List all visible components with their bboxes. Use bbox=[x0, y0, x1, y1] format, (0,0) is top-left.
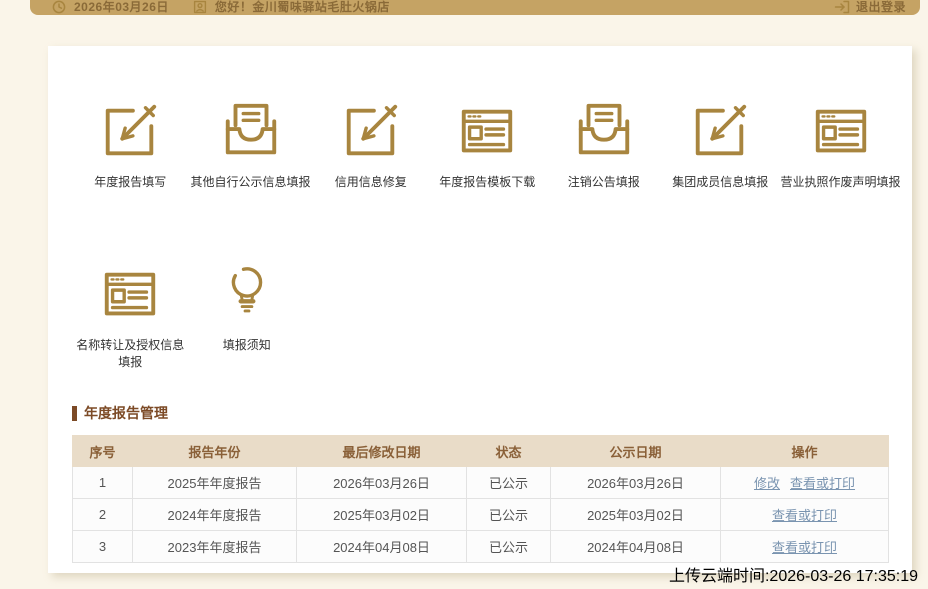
inbox-icon bbox=[546, 100, 663, 162]
menu-item-license-void-declaration[interactable]: 营业执照作废声明填报 bbox=[779, 100, 903, 191]
section-title-annual-report-management: 年度报告管理 bbox=[72, 403, 912, 423]
col-header-modified-date: 最后修改日期 bbox=[296, 435, 467, 467]
menu-item-label: 信用信息修复 bbox=[334, 175, 407, 189]
menu-item-filing-instructions[interactable]: 填报须知 bbox=[189, 263, 306, 371]
edit-icon bbox=[72, 100, 189, 162]
col-header-actions: 操作 bbox=[720, 435, 889, 467]
cell-modified-date: 2025年03月02日 bbox=[296, 498, 467, 531]
col-header-status: 状态 bbox=[466, 435, 551, 467]
topbar-greeting: 您好！金川蜀味驿站毛肚火锅店 bbox=[214, 0, 390, 14]
clock-icon bbox=[52, 0, 66, 14]
cell-actions: 查看或打印 bbox=[720, 498, 889, 531]
view-print-link[interactable]: 查看或打印 bbox=[790, 476, 855, 491]
table-row: 2 2024年年度报告 2025年03月02日 已公示 2025年03月02日 … bbox=[72, 498, 889, 531]
table-row: 1 2025年年度报告 2026年03月26日 已公示 2026年03月26日 … bbox=[72, 466, 889, 499]
bulb-icon bbox=[189, 263, 306, 325]
menu-item-annual-report-fill[interactable]: 年度报告填写 bbox=[72, 100, 189, 191]
cell-index: 2 bbox=[72, 498, 133, 531]
menu-row-1: 年度报告填写 其他自行公示信息填报 信用信息修复 年度报告模板下载 注销公告填报… bbox=[72, 100, 901, 191]
template-icon bbox=[72, 263, 189, 325]
menu-item-cancellation-notice[interactable]: 注销公告填报 bbox=[546, 100, 663, 191]
view-print-link[interactable]: 查看或打印 bbox=[772, 508, 837, 523]
cell-status: 已公示 bbox=[466, 466, 551, 499]
logout-icon bbox=[834, 0, 850, 14]
menu-item-label: 其他自行公示信息填报 bbox=[190, 175, 311, 189]
template-icon bbox=[429, 100, 546, 162]
menu-item-template-download[interactable]: 年度报告模板下载 bbox=[429, 100, 546, 191]
view-print-link[interactable]: 查看或打印 bbox=[772, 540, 837, 555]
col-header-publish-date: 公示日期 bbox=[550, 435, 721, 467]
menu-item-label: 年度报告填写 bbox=[94, 175, 167, 189]
cell-modified-date: 2024年04月08日 bbox=[296, 530, 467, 563]
menu-item-name-transfer-auth[interactable]: 名称转让及授权信息填报 bbox=[72, 263, 189, 371]
menu-item-label: 营业执照作废声明填报 bbox=[780, 175, 901, 189]
logout-button[interactable]: 退出登录 bbox=[834, 0, 906, 14]
edit-icon bbox=[313, 100, 430, 162]
cell-year: 2025年年度报告 bbox=[132, 466, 297, 499]
edit-icon bbox=[662, 100, 779, 162]
title-marker bbox=[72, 405, 77, 421]
cell-publish-date: 2026年03月26日 bbox=[550, 466, 721, 499]
cell-modified-date: 2026年03月26日 bbox=[296, 466, 467, 499]
menu-item-label: 名称转让及授权信息填报 bbox=[76, 338, 185, 369]
col-header-year: 报告年份 bbox=[132, 435, 297, 467]
cell-year: 2024年年度报告 bbox=[132, 498, 297, 531]
menu-item-credit-repair[interactable]: 信用信息修复 bbox=[313, 100, 430, 191]
main-card: 年度报告填写 其他自行公示信息填报 信用信息修复 年度报告模板下载 注销公告填报… bbox=[48, 46, 912, 573]
menu-item-label: 集团成员信息填报 bbox=[672, 175, 769, 189]
cell-actions: 查看或打印 bbox=[720, 530, 889, 563]
table-header-row: 序号 报告年份 最后修改日期 状态 公示日期 操作 bbox=[72, 435, 889, 467]
inbox-icon bbox=[189, 100, 313, 162]
function-menu: 年度报告填写 其他自行公示信息填报 信用信息修复 年度报告模板下载 注销公告填报… bbox=[48, 46, 912, 371]
menu-item-label: 填报须知 bbox=[222, 338, 271, 352]
upload-cloud-timestamp: 上传云端时间:2026-03-26 17:35:19 bbox=[668, 568, 918, 585]
logout-label: 退出登录 bbox=[855, 0, 906, 14]
col-header-index: 序号 bbox=[72, 435, 133, 467]
menu-item-label: 年度报告模板下载 bbox=[439, 175, 536, 189]
menu-item-group-member-info[interactable]: 集团成员信息填报 bbox=[662, 100, 779, 191]
menu-item-other-public-info[interactable]: 其他自行公示信息填报 bbox=[189, 100, 313, 191]
cell-publish-date: 2024年04月08日 bbox=[550, 530, 721, 563]
annual-report-table: 序号 报告年份 最后修改日期 状态 公示日期 操作 1 2025年年度报告 20… bbox=[72, 435, 889, 563]
cell-index: 1 bbox=[72, 466, 133, 499]
menu-item-label: 注销公告填报 bbox=[567, 175, 640, 189]
cell-index: 3 bbox=[72, 530, 133, 563]
template-icon bbox=[779, 100, 903, 162]
cell-year: 2023年年度报告 bbox=[132, 530, 297, 563]
topbar: 2026年03月26日 您好！金川蜀味驿站毛肚火锅店 退出登录 bbox=[30, 0, 920, 15]
modify-link[interactable]: 修改 bbox=[754, 476, 780, 491]
cell-status: 已公示 bbox=[466, 530, 551, 563]
topbar-date: 2026年03月26日 bbox=[74, 0, 169, 14]
cell-status: 已公示 bbox=[466, 498, 551, 531]
cell-actions: 修改 查看或打印 bbox=[720, 466, 889, 499]
section-title-text: 年度报告管理 bbox=[84, 405, 168, 421]
user-badge-icon bbox=[193, 0, 207, 14]
table-row: 3 2023年年度报告 2024年04月08日 已公示 2024年04月08日 … bbox=[72, 530, 889, 563]
menu-row-2: 名称转让及授权信息填报 填报须知 bbox=[72, 263, 888, 371]
cell-publish-date: 2025年03月02日 bbox=[550, 498, 721, 531]
